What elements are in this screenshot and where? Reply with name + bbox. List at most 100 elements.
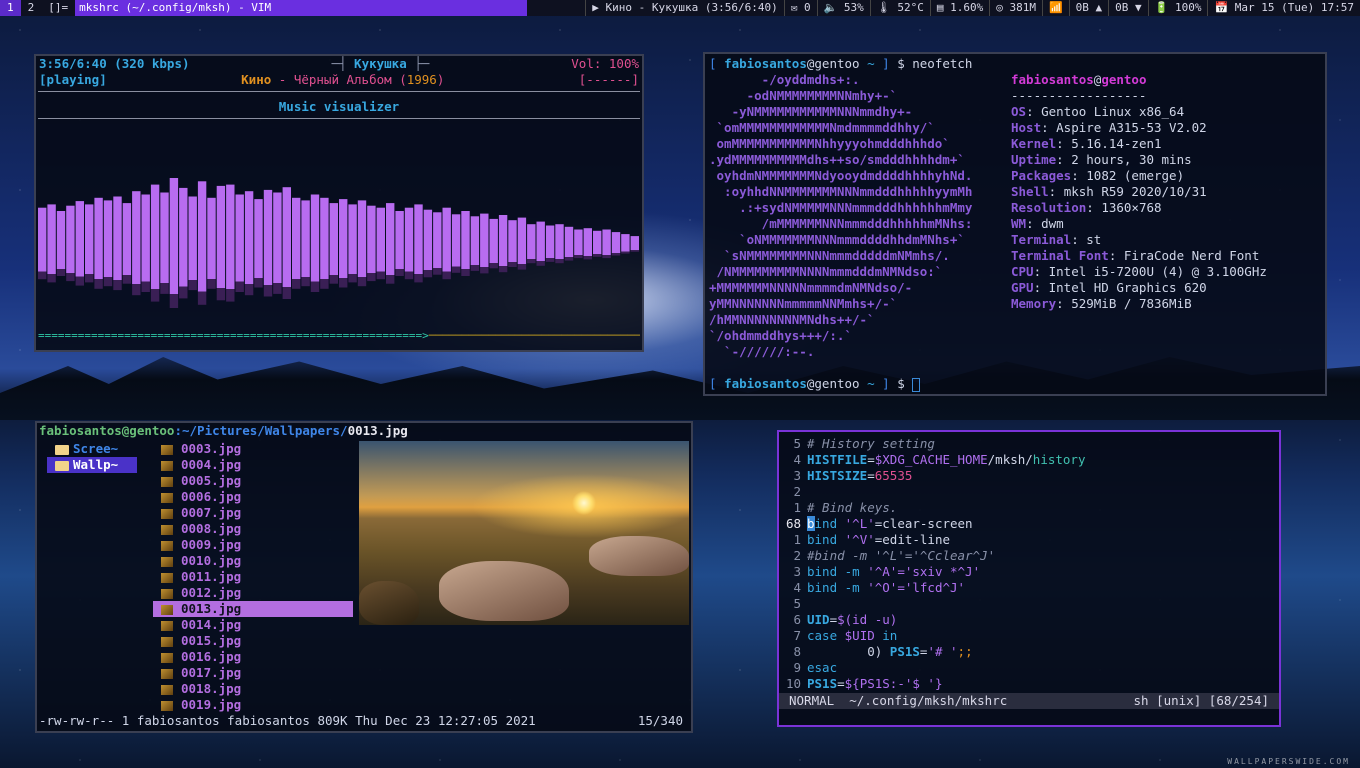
file-item[interactable]: 0008.jpg (153, 521, 353, 537)
visualizer-shadow (395, 269, 404, 276)
code-line[interactable]: 6 UID=$(id -u) (779, 612, 1279, 628)
visualizer-shadow (386, 275, 395, 284)
line-content: UID=$(id -u) (807, 612, 898, 627)
visualizer-bar (310, 194, 320, 282)
file-item[interactable]: 0005.jpg (153, 473, 353, 489)
visualizer-bar (395, 211, 404, 269)
code-line[interactable]: 1 # Bind keys. (779, 500, 1279, 516)
visualizer-shadow (433, 268, 442, 275)
parent-dir[interactable]: Scree~ (47, 441, 137, 457)
code-line[interactable]: 4 HISTFILE=$XDG_CACHE_HOME/mksh/history (779, 452, 1279, 468)
info-key: WM (1011, 216, 1027, 231)
visualizer-shadow (113, 280, 122, 291)
visualizer-shadow (357, 277, 367, 287)
prompt-user: fabiosantos (724, 56, 807, 71)
code-line[interactable]: 3 bind -m '^A'='sxiv *^J' (779, 564, 1279, 580)
code-line[interactable]: 8 0) PS1S='# ';; (779, 644, 1279, 660)
visualizer-shadow (339, 278, 348, 288)
visualizer-bar (38, 207, 47, 272)
editor-buffer[interactable]: 5 # History setting 4 HISTFILE=$XDG_CACHE_H… (779, 432, 1279, 692)
line-content: bind -m '^O'='lfcd^J' (807, 580, 966, 595)
music-player-window[interactable]: 3:56/6:40 (320 kbps) ─┤ Кукушка ├─ Vol: … (34, 54, 644, 352)
vim-editor[interactable]: 5 # History setting 4 HISTFILE=$XDG_CACHE_H… (777, 430, 1281, 727)
lf-file-manager[interactable]: fabiosantos@gentoo:~/Pictures/Wallpapers… (35, 421, 693, 733)
file-item[interactable]: 0015.jpg (153, 633, 353, 649)
file-item[interactable]: 0014.jpg (153, 617, 353, 633)
line-content: HISTSIZE=65535 (807, 468, 913, 483)
visualizer-shadow (141, 281, 150, 292)
info-row: Kernel: 5.16.14-zen1 (1011, 136, 1267, 152)
code-line[interactable]: 5 # History setting (779, 436, 1279, 452)
file-item[interactable]: 0004.jpg (153, 457, 353, 473)
file-item[interactable]: 0007.jpg (153, 505, 353, 521)
code-line[interactable]: 5 (779, 596, 1279, 612)
code-line[interactable]: 1 bind '^V'=edit-line (779, 532, 1279, 548)
line-number: 6 (793, 612, 801, 627)
parent-dir[interactable]: Wallp~ (47, 457, 137, 473)
workspace-1[interactable]: 1 (0, 0, 21, 16)
info-value: : Gentoo Linux x86_64 (1026, 104, 1185, 119)
info-row: Shell: mksh R59 2020/10/31 (1011, 184, 1267, 200)
layout-indicator[interactable]: []= (41, 0, 75, 16)
code-line[interactable]: 10 PS1S=${PS1S:-'$ '} (779, 676, 1279, 692)
code-line[interactable]: 7 case $UID in (779, 628, 1279, 644)
system-info: fabiosantos@gentoo ------------------ OS… (1011, 72, 1267, 311)
workspace-2[interactable]: 2 (21, 0, 42, 16)
info-key: Packages (1011, 168, 1072, 183)
status-module: 📶 (1041, 0, 1069, 16)
visualizer-shadow (517, 264, 527, 270)
code-line[interactable]: 3 HISTSIZE=65535 (779, 468, 1279, 484)
line-content: # Bind keys. (807, 500, 898, 515)
year: 1996 (406, 72, 437, 87)
visualizer-bar (339, 199, 348, 278)
image-file-icon (161, 684, 173, 695)
line-content: #bind -m '^L'='^Cclear^J' (807, 548, 996, 563)
visualizer-shadow (320, 279, 329, 289)
info-key: Uptime (1011, 152, 1057, 167)
line-number: 3 (793, 468, 801, 483)
visualizer-shadow (442, 271, 451, 280)
visualizer-bar (179, 187, 188, 287)
file-item[interactable]: 0013.jpg (153, 601, 353, 617)
file-item[interactable]: 0018.jpg (153, 681, 353, 697)
info-row: WM: dwm (1011, 216, 1267, 232)
code-line[interactable]: 9 esac (779, 660, 1279, 676)
file-item[interactable]: 0010.jpg (153, 553, 353, 569)
visualizer-bar (367, 205, 376, 273)
visualizer-shadow (150, 289, 160, 302)
line-content: HISTFILE=$XDG_CACHE_HOME/mksh/history (807, 452, 1086, 467)
visualizer-bar (113, 196, 122, 280)
info-row: Resolution: 1360×768 (1011, 200, 1267, 216)
visualizer-bar (480, 213, 489, 267)
visualizer-shadow (611, 253, 621, 256)
visualizer-shadow (593, 254, 602, 257)
prompt-line-2[interactable]: [ fabiosantos@gentoo ~ ] $ (709, 376, 921, 392)
visualizer-bar (226, 184, 235, 289)
code-line[interactable]: 2 (779, 484, 1279, 500)
code-line[interactable]: 2 #bind -m '^L'='^Cclear^J' (779, 548, 1279, 564)
file-item[interactable]: 0017.jpg (153, 665, 353, 681)
prompt-host: gentoo (814, 376, 860, 391)
line-content: bind '^V'=edit-line (807, 532, 951, 547)
prompt-user: fabiosantos (724, 376, 807, 391)
visualizer-bar (451, 214, 461, 267)
volume: Vol: 100% (571, 56, 639, 71)
progress-bar[interactable]: ========================================… (38, 328, 640, 344)
visualizer-shadow (376, 271, 385, 280)
song-title: Кукушка (354, 56, 407, 71)
file-item[interactable]: 0016.jpg (153, 649, 353, 665)
code-line[interactable]: 68 bind '^L'=clear-screen (779, 516, 1279, 532)
visualizer-bar (47, 204, 56, 274)
visualizer-bar (574, 229, 583, 255)
line-number: 10 (785, 676, 801, 691)
file-item[interactable]: 0012.jpg (153, 585, 353, 601)
neofetch-terminal[interactable]: [ fabiosantos@gentoo ~ ] $ neofetch -/oy… (703, 52, 1327, 396)
code-line[interactable]: 4 bind -m '^O'='lfcd^J' (779, 580, 1279, 596)
status-module: ◎ 381M (989, 0, 1042, 16)
file-item[interactable]: 0006.jpg (153, 489, 353, 505)
file-item[interactable]: 0009.jpg (153, 537, 353, 553)
file-item[interactable]: 0019.jpg (153, 697, 353, 713)
file-item[interactable]: 0003.jpg (153, 441, 353, 457)
file-item[interactable]: 0011.jpg (153, 569, 353, 585)
visualizer-shadow (414, 274, 423, 283)
